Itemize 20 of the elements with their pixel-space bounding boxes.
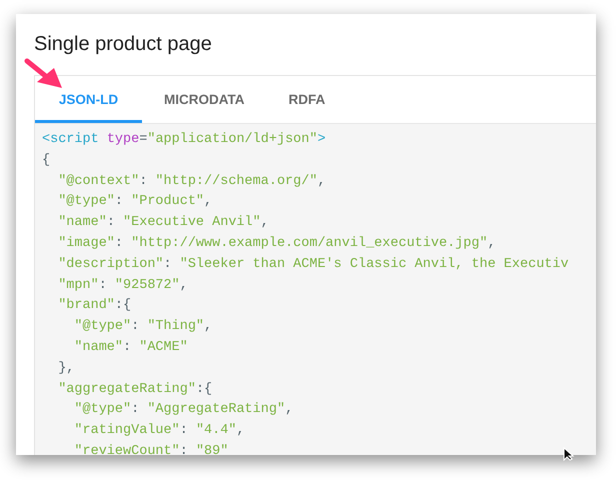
tab[interactable]: RDFA — [266, 76, 348, 123]
page-title: Single product page — [34, 32, 212, 57]
code-line: <script type="application/ld+json"> — [42, 131, 326, 149]
code-line: "brand":{ — [57, 297, 132, 316]
pointer-arrow — [24, 58, 64, 90]
code-line: "ratingValue": "4.4", — [73, 422, 245, 440]
code-line: "mpn": "925872", — [57, 276, 188, 295]
code-line: "reviewCount": "89" — [73, 442, 228, 455]
code-line: { — [42, 152, 50, 170]
code-line: "@type": "Product", — [57, 193, 212, 212]
code-line: "@type": "Thing", — [73, 318, 212, 336]
code-line: "@type": "AggregateRating", — [73, 401, 294, 420]
code-line: }, — [57, 360, 74, 378]
code-line: "description": "Sleeker than ACME's Classic Anvil, the Executiv — [57, 256, 569, 274]
code-line: "name": "Executive Anvil", — [57, 214, 269, 232]
code-line: "image": "http://www.example.com/anvil_executive.jpg", — [57, 234, 496, 253]
tab[interactable]: MICRODATA — [142, 76, 266, 123]
code-line: "@context": "http://schema.org/", — [57, 172, 326, 191]
code-line: "aggregateRating":{ — [57, 380, 212, 399]
code-line: "name": "ACME" — [73, 338, 188, 357]
